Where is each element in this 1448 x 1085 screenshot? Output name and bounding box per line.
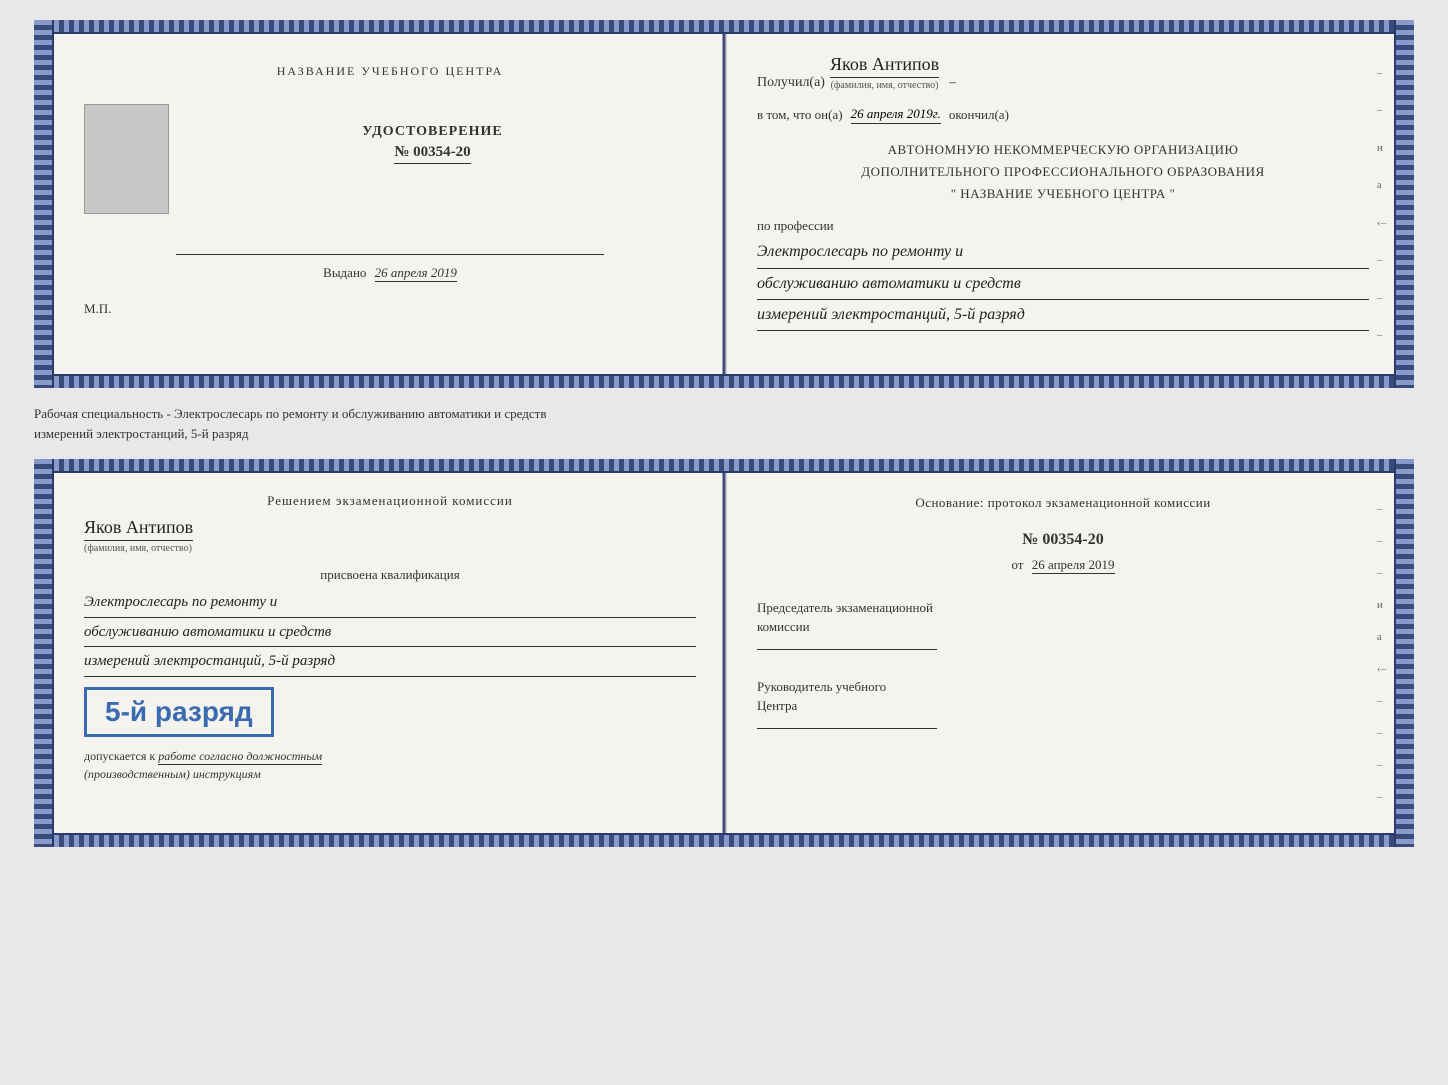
vydano-label: Выдано bbox=[323, 265, 366, 280]
right-edge-dashes: – – и а ‹– – – – bbox=[1377, 54, 1386, 354]
bottom-book-wrapper: Решением экзаменационной комиссии Яков А… bbox=[34, 459, 1414, 847]
dopusk-text1: работе согласно должностным bbox=[158, 749, 322, 765]
kvalif-line2: обслуживанию автоматики и средств bbox=[84, 618, 696, 648]
org-line1: АВТОНОМНУЮ НЕКОММЕРЧЕСКУЮ ОРГАНИЗАЦИЮ bbox=[757, 139, 1369, 161]
fio-hint-bottom: (фамилия, имя, отчество) bbox=[84, 543, 192, 554]
kvalif-text: Электрослесарь по ремонту и обслуживанию… bbox=[84, 588, 696, 677]
bottom-right-edge-dashes: – – – и а ‹– – – – – bbox=[1377, 493, 1386, 813]
top-book-left-page: НАЗВАНИЕ УЧЕБНОГО ЦЕНТРА УДОСТОВЕРЕНИЕ №… bbox=[54, 34, 727, 374]
poluchil-row: Получил(а) Яков Антипов (фамилия, имя, о… bbox=[757, 54, 1369, 91]
udost-title: УДОСТОВЕРЕНИЕ bbox=[362, 124, 502, 140]
kvalif-line1: Электрослесарь по ремонту и bbox=[84, 588, 696, 618]
top-book-wrapper: НАЗВАНИЕ УЧЕБНОГО ЦЕНТРА УДОСТОВЕРЕНИЕ №… bbox=[34, 20, 1414, 388]
top-title: НАЗВАНИЕ УЧЕБНОГО ЦЕНТРА bbox=[277, 64, 504, 79]
fio-handwritten-top: Яков Антипов bbox=[830, 54, 939, 78]
poprofessii-label: по профессии bbox=[757, 218, 1369, 234]
profession-line2: обслуживанию автоматики и средств bbox=[757, 269, 1369, 300]
pred-label1: Председатель экзаменационной bbox=[757, 598, 1369, 618]
photo-and-udost: УДОСТОВЕРЕНИЕ № 00354-20 bbox=[84, 104, 696, 214]
dopuskaetsya-block: допускается к работе согласно должностны… bbox=[84, 747, 696, 783]
bottom-right-side bbox=[1394, 459, 1414, 847]
dopusk-text2: (производственным) инструкциям bbox=[84, 767, 261, 781]
org-quote: " НАЗВАНИЕ УЧЕБНОГО ЦЕНТРА " bbox=[757, 183, 1369, 205]
photo-placeholder bbox=[84, 104, 169, 214]
org-line2: ДОПОЛНИТЕЛЬНОГО ПРОФЕССИОНАЛЬНОГО ОБРАЗО… bbox=[757, 161, 1369, 183]
ruk-section: Руководитель учебного Центра bbox=[757, 677, 1369, 741]
fio-hint-top: (фамилия, имя, отчество) bbox=[831, 80, 939, 91]
bottom-book-inner: Решением экзаменационной комиссии Яков А… bbox=[54, 473, 1394, 833]
bottom-decoration bbox=[54, 374, 1394, 388]
ot-label: от bbox=[1011, 557, 1023, 572]
vtom-label: в том, что он(а) bbox=[757, 107, 843, 123]
razryad-badge: 5-й разряд bbox=[84, 687, 274, 737]
bottom-left-side bbox=[34, 459, 54, 847]
bottom-left-page: Решением экзаменационной комиссии Яков А… bbox=[54, 473, 727, 833]
profession-line3: измерений электростанций, 5-й разряд bbox=[757, 300, 1369, 331]
bottom-bottom-deco bbox=[54, 833, 1394, 847]
book-spine bbox=[723, 34, 726, 374]
bottom-top-deco bbox=[54, 459, 1394, 473]
middle-label: Рабочая специальность - Электрослесарь п… bbox=[34, 400, 1414, 447]
udost-section: УДОСТОВЕРЕНИЕ № 00354-20 bbox=[169, 104, 696, 164]
protocol-number: № 00354-20 bbox=[757, 531, 1369, 549]
ot-date-row: от 26 апреля 2019 bbox=[757, 557, 1369, 573]
okonchil-label: окончил(а) bbox=[949, 107, 1009, 123]
pred-label2: комиссии bbox=[757, 617, 1369, 637]
dopusk-label: допускается к bbox=[84, 749, 155, 763]
left-side-decoration bbox=[34, 20, 54, 388]
mp-label: М.П. bbox=[84, 301, 111, 317]
right-side-decoration bbox=[1394, 20, 1414, 388]
vtom-row: в том, что он(а) 26 апреля 2019г. окончи… bbox=[757, 106, 1369, 124]
kvalif-line3: измерений электростанций, 5-й разряд bbox=[84, 647, 696, 677]
vydano-line: Выдано 26 апреля 2019 bbox=[323, 265, 457, 281]
fio-block-top: Яков Антипов (фамилия, имя, отчество) bbox=[830, 54, 939, 91]
sig-line-left bbox=[176, 254, 604, 255]
top-book-right-page: – – и а ‹– – – – Получил(а) Яков Антипов… bbox=[727, 34, 1394, 374]
pred-sig-line bbox=[757, 649, 937, 650]
bottom-right-page: – – – и а ‹– – – – – Основание: протокол… bbox=[727, 473, 1394, 833]
ruk-label2: Центра bbox=[757, 696, 1369, 716]
razryad-text: 5-й разряд bbox=[105, 696, 253, 727]
udost-number: № 00354-20 bbox=[394, 144, 470, 164]
resheniem-label: Решением экзаменационной комиссии bbox=[84, 493, 696, 509]
ruk-sig-line bbox=[757, 728, 937, 729]
profession-text: Электрослесарь по ремонту и обслуживанию… bbox=[757, 237, 1369, 331]
pred-section: Председатель экзаменационной комиссии bbox=[757, 598, 1369, 662]
fio-handwritten-bottom: Яков Антипов bbox=[84, 517, 193, 541]
vydano-date: 26 апреля 2019 bbox=[375, 265, 457, 282]
vtom-date: 26 апреля 2019г. bbox=[851, 106, 941, 124]
bottom-book-spine bbox=[723, 473, 726, 833]
ruk-label1: Руководитель учебного bbox=[757, 677, 1369, 697]
prisvoena-label: присвоена квалификация bbox=[84, 567, 696, 583]
top-decoration bbox=[54, 20, 1394, 34]
razryad-badge-wrapper: 5-й разряд bbox=[84, 687, 696, 737]
org-block: АВТОНОМНУЮ НЕКОММЕРЧЕСКУЮ ОРГАНИЗАЦИЮ ДО… bbox=[757, 139, 1369, 205]
fio-block-bottom: Яков Антипов (фамилия, имя, отчество) bbox=[84, 517, 696, 554]
profession-line1: Электрослесарь по ремонту и bbox=[757, 237, 1369, 268]
ot-date: 26 апреля 2019 bbox=[1032, 557, 1115, 574]
osnov-label: Основание: протокол экзаменационной коми… bbox=[757, 493, 1369, 513]
poluchil-label: Получил(а) bbox=[757, 75, 825, 91]
